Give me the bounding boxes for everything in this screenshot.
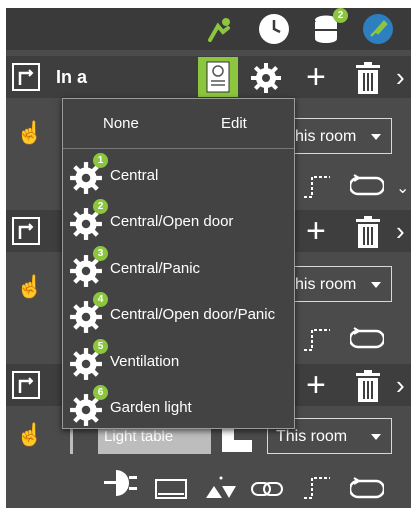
item-label: Garden light [110,399,192,416]
add-button[interactable]: + [306,60,326,94]
step-curve-icon[interactable] [302,326,332,352]
popup-item[interactable]: 1 Central [63,153,294,199]
document-icon [206,61,230,93]
popup-item[interactable]: 2 Central/Open door [63,199,294,245]
document-button[interactable] [198,57,238,97]
up-down-arrows-icon[interactable] [204,476,238,502]
item-badge: 3 [93,246,108,261]
trash-icon[interactable] [355,370,381,402]
row-title: In a [56,67,88,87]
item-badge: 2 [93,199,108,214]
room-select-value: his room [295,276,357,293]
chevron-down-icon[interactable]: ⌄ [396,178,409,198]
step-curve-icon[interactable] [302,474,332,500]
item-badge: 1 [93,153,108,168]
item-label: Central/Open door [110,213,234,230]
chevron-right-icon[interactable]: › [396,372,405,398]
chevron-down-icon [371,282,381,288]
edit-button[interactable]: Edit [221,115,247,132]
plug-icon[interactable] [102,468,138,498]
database-badge: 2 [333,8,348,23]
link-icon[interactable] [250,480,284,498]
repeat-icon[interactable] [350,326,384,352]
pointer-icon[interactable] [206,16,234,44]
hand-icon[interactable]: ☝ [16,274,43,300]
clock-icon[interactable] [257,12,291,46]
settings-edit-icon[interactable] [362,13,394,45]
hand-icon[interactable]: ☝ [16,422,43,448]
room-select-1[interactable]: his room [286,118,392,154]
gear-icon[interactable] [250,62,282,94]
item-label: Ventilation [110,353,180,370]
item-label: Central [110,167,159,184]
item-badge: 4 [93,292,108,307]
popup-item[interactable]: 4 Central/Open door/Panic [63,292,294,338]
step-curve-icon[interactable] [302,173,332,199]
none-button[interactable]: None [103,115,139,132]
item-label: Central/Panic [110,260,201,277]
row-header-1: In a + › [6,56,411,98]
trash-icon[interactable] [355,216,381,248]
popup-item[interactable]: 6 Garden light [63,385,294,431]
popup-item[interactable]: 5 Ventilation [63,339,294,385]
trash-icon[interactable] [355,62,381,94]
tray-icon[interactable] [154,478,188,500]
item-badge: 5 [93,339,108,354]
item-badge: 6 [93,385,108,400]
popup-header: None Edit [63,99,294,149]
app-window: 2 In a + › ☝ his room ⌄ + › ☝ his room +… [6,8,411,508]
chevron-down-icon [371,134,381,140]
chevron-right-icon[interactable]: › [396,218,405,244]
row-type-icon[interactable] [12,217,40,245]
add-button[interactable]: + [306,368,326,402]
chevron-right-icon[interactable]: › [396,64,405,90]
popup-item[interactable]: 3 Central/Panic [63,246,294,292]
repeat-icon[interactable] [350,173,384,199]
top-toolbar: 2 [6,8,411,50]
scene-popup-menu: None Edit 1 Central 2 Central/Open door … [62,98,295,429]
row-type-icon[interactable] [12,63,40,91]
hand-icon[interactable]: ☝ [16,120,43,146]
room-select-value: his room [295,128,357,145]
room-select-2[interactable]: his room [286,266,392,302]
repeat-icon[interactable] [350,476,384,502]
add-button[interactable]: + [306,214,326,248]
chevron-down-icon [371,434,381,440]
item-label: Central/Open door/Panic [110,306,276,323]
row-type-icon[interactable] [12,371,40,399]
